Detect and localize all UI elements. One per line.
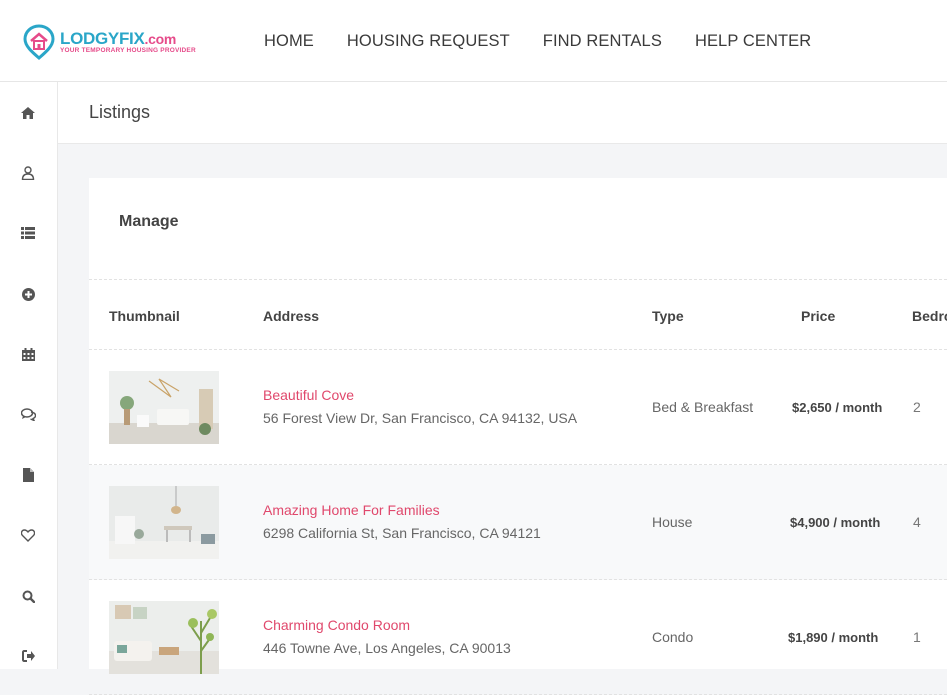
brand-name-part1: LODGY	[60, 29, 119, 48]
chat-icon[interactable]	[18, 404, 38, 424]
page-title: Listings	[89, 102, 151, 122]
heart-icon[interactable]	[18, 525, 38, 545]
table-row: Beautiful Cove 56 Forest View Dr, San Fr…	[89, 350, 947, 465]
table-header: Thumbnail Address Type Price Bedro	[89, 280, 947, 350]
listing-title-link[interactable]: Charming Condo Room	[263, 617, 410, 633]
column-header-price: Price	[801, 308, 836, 324]
listing-title-link[interactable]: Beautiful Cove	[263, 387, 354, 403]
column-header-address: Address	[263, 308, 320, 324]
table-row: Charming Condo Room 446 Towne Ave, Los A…	[89, 580, 947, 695]
add-circle-icon[interactable]	[18, 284, 38, 304]
listing-thumbnail[interactable]	[109, 601, 219, 674]
lodgyfix-logo[interactable]: LODGYFIX.com YOUR TEMPORARY HOUSING PROV…	[22, 23, 212, 63]
listing-address: 6298 California St, San Francisco, CA 94…	[263, 525, 541, 541]
listing-bedrooms: 4	[913, 514, 921, 530]
logout-icon[interactable]	[18, 646, 38, 666]
listing-price: $4,900 / month	[790, 515, 881, 530]
card-header: Manage	[89, 178, 947, 280]
listings-card: Manage Thumbnail Address Type Price Bedr…	[89, 178, 947, 695]
search-icon[interactable]	[18, 586, 38, 606]
listing-title-link[interactable]: Amazing Home For Families	[263, 502, 440, 518]
listing-type: House	[652, 514, 693, 530]
main-nav: HOME HOUSING REQUEST FIND RENTALS HELP C…	[264, 32, 844, 51]
document-icon[interactable]	[18, 465, 38, 485]
listing-bedrooms: 1	[913, 629, 921, 645]
column-header-thumbnail: Thumbnail	[109, 308, 180, 324]
sidebar	[0, 82, 58, 669]
listing-address: 56 Forest View Dr, San Francisco, CA 941…	[263, 410, 578, 426]
listing-price: $2,650 / month	[792, 400, 883, 415]
calendar-icon[interactable]	[18, 344, 38, 364]
nav-help-center[interactable]: HELP CENTER	[695, 32, 811, 51]
table-row: Amazing Home For Families 6298 Californi…	[89, 465, 947, 580]
listing-type: Condo	[652, 629, 694, 645]
brand-name-part2: FIX	[118, 29, 145, 48]
listing-type: Bed & Breakfast	[652, 399, 754, 415]
top-navbar: LODGYFIX.com YOUR TEMPORARY HOUSING PROV…	[0, 0, 947, 82]
listing-price: $1,890 / month	[788, 630, 879, 645]
nav-housing-request[interactable]: HOUSING REQUEST	[347, 32, 510, 51]
nav-find-rentals[interactable]: FIND RENTALS	[543, 32, 662, 51]
home-icon[interactable]	[18, 103, 38, 123]
page-header: Listings	[58, 82, 947, 144]
column-header-type: Type	[652, 308, 684, 324]
listing-address: 446 Towne Ave, Los Angeles, CA 90013	[263, 640, 511, 656]
listing-thumbnail[interactable]	[109, 486, 219, 559]
nav-home[interactable]: HOME	[264, 32, 314, 51]
house-logo-icon	[23, 24, 55, 60]
brand-tagline: YOUR TEMPORARY HOUSING PROVIDER	[60, 47, 196, 54]
column-header-bedrooms: Bedro	[912, 308, 947, 324]
listing-thumbnail[interactable]	[109, 371, 219, 444]
brand-name: LODGYFIX.com	[60, 29, 176, 49]
list-icon[interactable]	[18, 223, 38, 243]
card-title: Manage	[119, 213, 179, 230]
listing-bedrooms: 2	[913, 399, 921, 415]
brand-name-domain: .com	[144, 31, 177, 47]
user-icon[interactable]	[18, 163, 38, 183]
